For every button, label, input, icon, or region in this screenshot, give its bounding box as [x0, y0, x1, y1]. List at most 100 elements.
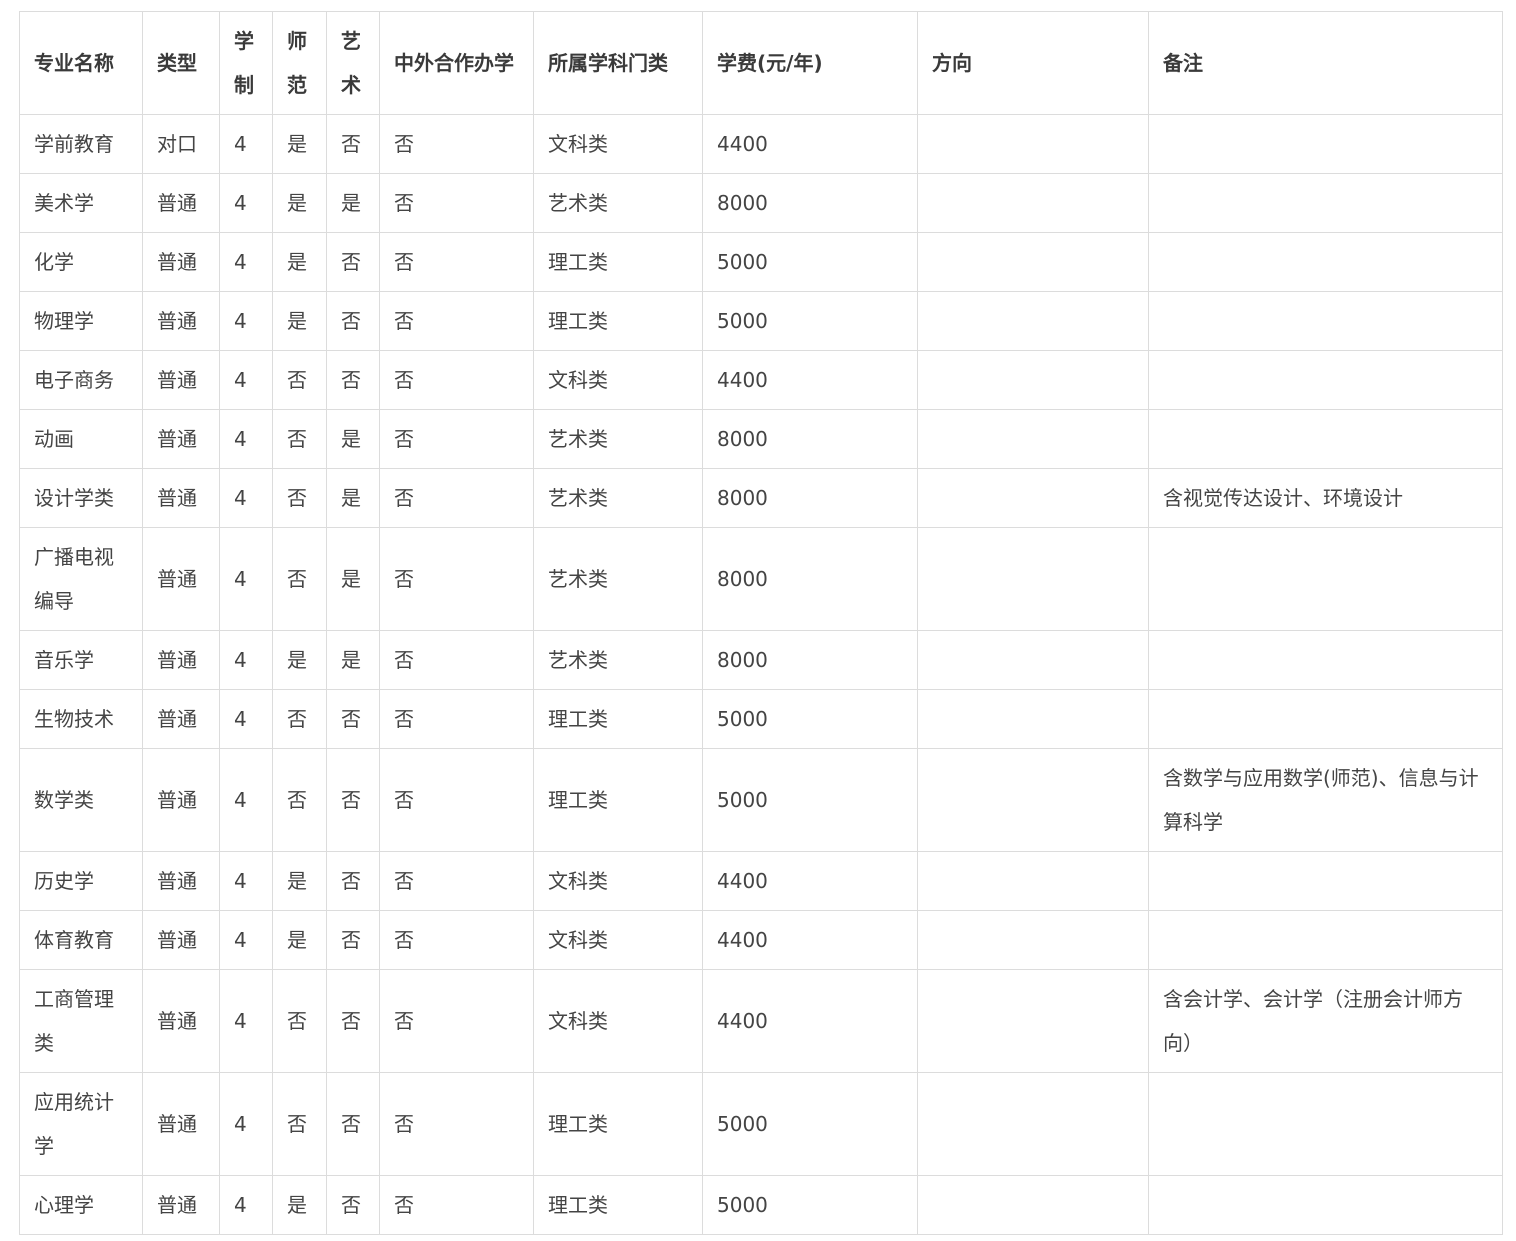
cell-major-name: 体育教育: [19, 910, 143, 970]
cell-joint-program: 否: [379, 630, 534, 690]
cell-duration: 4: [219, 173, 273, 233]
table-row: 物理学 普通 4 是否否理工类 5000: [19, 291, 1503, 351]
cell-duration: 4: [219, 468, 273, 528]
cell-art: 否: [326, 1175, 380, 1235]
cell-art: 否: [326, 969, 380, 1073]
cell-tuition: 8000: [702, 173, 918, 233]
cell-remarks: [1148, 527, 1503, 631]
cell-direction: [917, 630, 1149, 690]
cell-type: 对口: [142, 114, 220, 174]
cell-duration: 4: [219, 1175, 273, 1235]
cell-discipline: 理工类: [533, 232, 703, 292]
table-row: 历史学 普通 4 是否否文科类 4400: [19, 851, 1503, 911]
cell-art: 否: [326, 350, 380, 410]
cell-joint-program: 否: [379, 689, 534, 749]
cell-normal: 否: [272, 1072, 327, 1176]
cell-normal: 是: [272, 851, 327, 911]
cell-art: 否: [326, 291, 380, 351]
cell-normal: 否: [272, 689, 327, 749]
cell-remarks: 含数学与应用数学(师范)、信息与计算科学: [1148, 748, 1503, 852]
cell-type: 普通: [142, 468, 220, 528]
cell-major-name: 历史学: [19, 851, 143, 911]
cell-remarks: [1148, 409, 1503, 469]
cell-normal: 否: [272, 350, 327, 410]
cell-major-name: 学前教育: [19, 114, 143, 174]
cell-major-name: 化学: [19, 232, 143, 292]
cell-tuition: 4400: [702, 114, 918, 174]
cell-discipline: 理工类: [533, 689, 703, 749]
cell-major-name: 设计学类: [19, 468, 143, 528]
cell-remarks: 含视觉传达设计、环境设计: [1148, 468, 1503, 528]
table-row: 动画 普通 4 否是否艺术类 8000: [19, 409, 1503, 469]
cell-remarks: [1148, 350, 1503, 410]
header-major-name: 专业名称: [19, 11, 143, 115]
majors-table-container: 专业名称 类型 学制 师范 艺术 中外合作办学 所属学科门类 学费(元/年) 方…: [19, 11, 1503, 1235]
cell-art: 否: [326, 232, 380, 292]
cell-normal: 否: [272, 969, 327, 1073]
cell-art: 否: [326, 114, 380, 174]
table-row: 设计学类 普通 4 否是否艺术类 8000 含视觉传达设计、环境设计: [19, 468, 1503, 528]
header-duration: 学制: [219, 11, 273, 115]
cell-type: 普通: [142, 748, 220, 852]
cell-major-name: 音乐学: [19, 630, 143, 690]
cell-type: 普通: [142, 689, 220, 749]
cell-tuition: 5000: [702, 689, 918, 749]
cell-tuition: 8000: [702, 409, 918, 469]
cell-joint-program: 否: [379, 173, 534, 233]
cell-direction: [917, 1175, 1149, 1235]
cell-normal: 是: [272, 114, 327, 174]
table-row: 应用统计学 普通 4 否否否理工类 5000: [19, 1072, 1503, 1176]
cell-tuition: 5000: [702, 1175, 918, 1235]
table-row: 音乐学 普通 4 是是否艺术类 8000: [19, 630, 1503, 690]
cell-duration: 4: [219, 748, 273, 852]
cell-direction: [917, 910, 1149, 970]
cell-type: 普通: [142, 291, 220, 351]
cell-joint-program: 否: [379, 350, 534, 410]
cell-discipline: 艺术类: [533, 468, 703, 528]
cell-art: 否: [326, 689, 380, 749]
cell-normal: 是: [272, 291, 327, 351]
cell-type: 普通: [142, 910, 220, 970]
cell-type: 普通: [142, 232, 220, 292]
cell-duration: 4: [219, 1072, 273, 1176]
cell-discipline: 艺术类: [533, 409, 703, 469]
cell-joint-program: 否: [379, 1175, 534, 1235]
cell-tuition: 8000: [702, 527, 918, 631]
cell-joint-program: 否: [379, 527, 534, 631]
cell-type: 普通: [142, 527, 220, 631]
cell-major-name: 广播电视编导: [19, 527, 143, 631]
cell-discipline: 理工类: [533, 1072, 703, 1176]
cell-duration: 4: [219, 114, 273, 174]
cell-direction: [917, 232, 1149, 292]
cell-normal: 否: [272, 409, 327, 469]
cell-discipline: 文科类: [533, 350, 703, 410]
table-row: 化学 普通 4 是否否理工类 5000: [19, 232, 1503, 292]
cell-major-name: 数学类: [19, 748, 143, 852]
cell-tuition: 5000: [702, 748, 918, 852]
cell-type: 普通: [142, 350, 220, 410]
header-direction: 方向: [917, 11, 1149, 115]
cell-remarks: [1148, 291, 1503, 351]
cell-type: 普通: [142, 1175, 220, 1235]
cell-duration: 4: [219, 350, 273, 410]
cell-joint-program: 否: [379, 468, 534, 528]
cell-normal: 否: [272, 748, 327, 852]
header-normal: 师范: [272, 11, 327, 115]
cell-joint-program: 否: [379, 232, 534, 292]
cell-remarks: [1148, 851, 1503, 911]
cell-discipline: 艺术类: [533, 173, 703, 233]
table-row: 美术学 普通 4 是是否艺术类 8000: [19, 173, 1503, 233]
cell-major-name: 动画: [19, 409, 143, 469]
cell-remarks: [1148, 114, 1503, 174]
cell-normal: 是: [272, 630, 327, 690]
cell-remarks: [1148, 630, 1503, 690]
cell-duration: 4: [219, 630, 273, 690]
cell-tuition: 8000: [702, 630, 918, 690]
cell-remarks: [1148, 232, 1503, 292]
header-type: 类型: [142, 11, 220, 115]
cell-art: 是: [326, 468, 380, 528]
cell-discipline: 文科类: [533, 969, 703, 1073]
cell-discipline: 文科类: [533, 910, 703, 970]
cell-joint-program: 否: [379, 114, 534, 174]
cell-art: 否: [326, 748, 380, 852]
